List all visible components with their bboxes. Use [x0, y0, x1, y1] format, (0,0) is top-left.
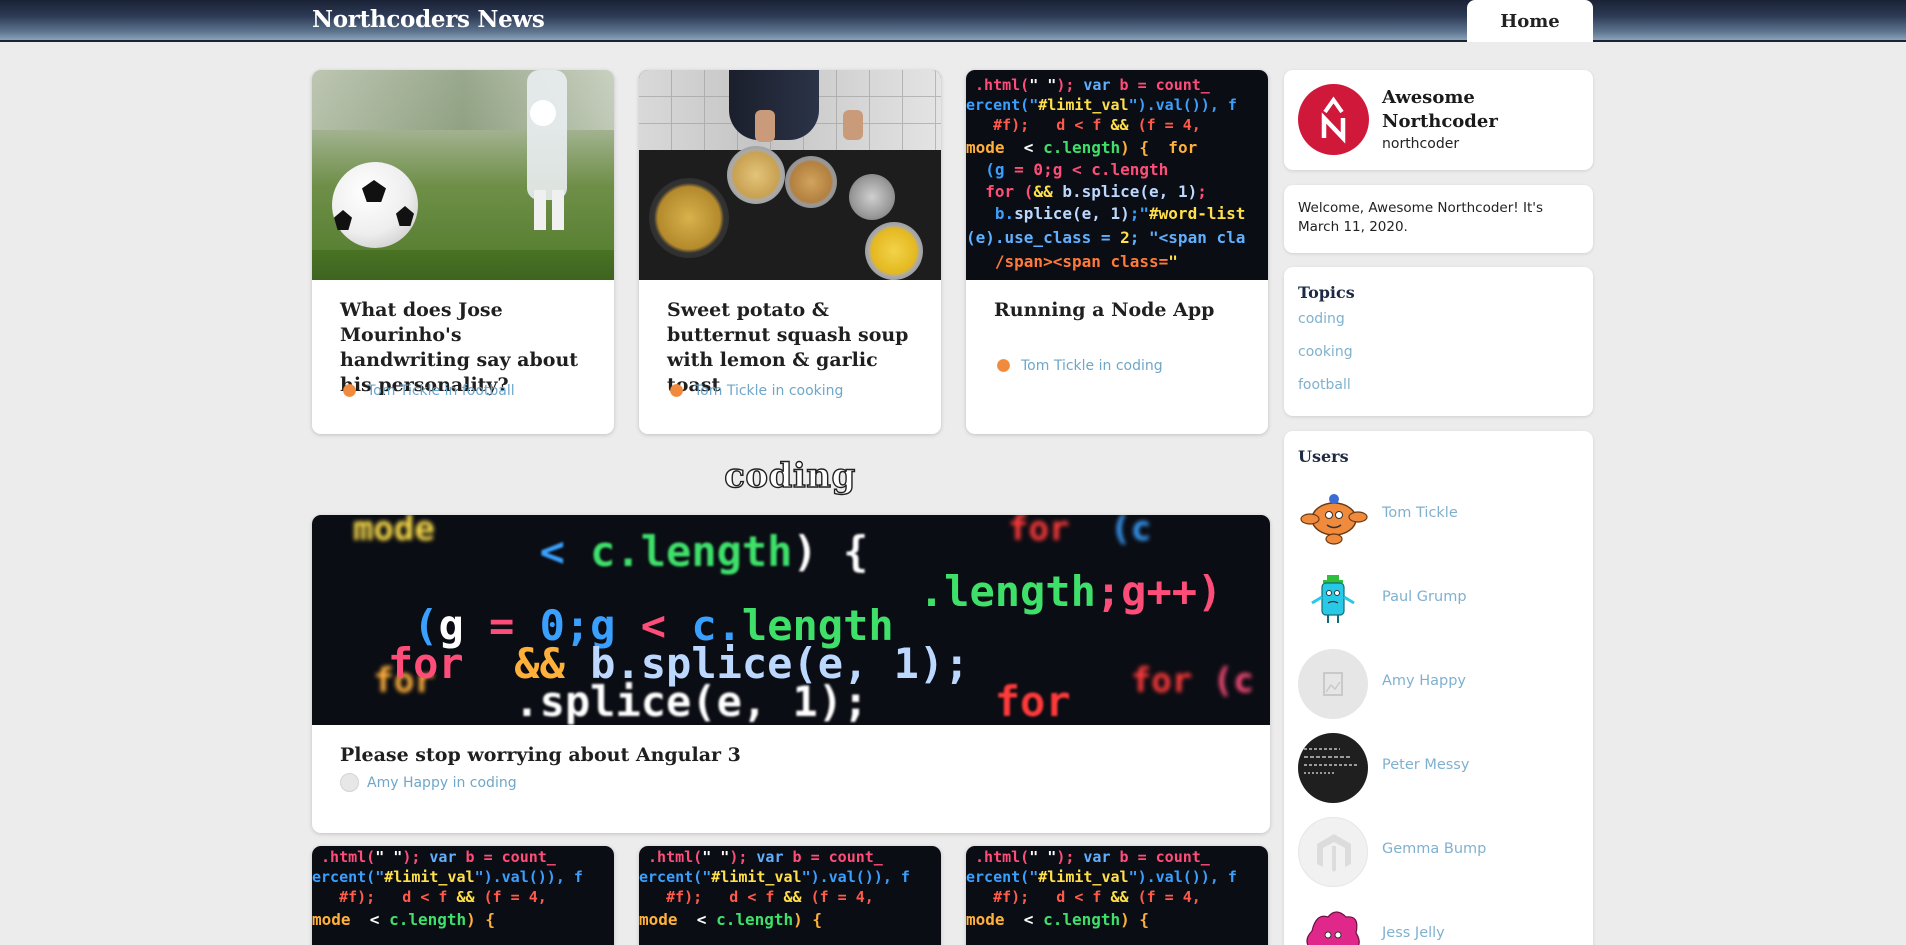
article-card[interactable]: Sweet potato & butternut squash soup wit…: [639, 70, 941, 434]
article-title[interactable]: Running a Node App: [994, 298, 1248, 323]
top-nav-bar: Northcoders News Home: [0, 0, 1906, 42]
user-avatar: [1298, 649, 1368, 719]
article-card[interactable]: What does Jose Mourinho's handwriting sa…: [312, 70, 614, 434]
topics-heading: Topics: [1298, 283, 1355, 302]
author-avatar-icon: [340, 773, 359, 792]
welcome-message: Welcome, Awesome Northcoder! It's March …: [1298, 200, 1543, 235]
article-card[interactable]: .html(" "); var b = count_ ercent("#limi…: [966, 846, 1268, 945]
code-photo: .html(" "); var b = count_ ercent("#limi…: [312, 846, 614, 945]
orange-character-icon: [1300, 494, 1368, 545]
article-meta[interactable]: Tom Tickle in football: [340, 381, 515, 400]
code-photo: .html(" "); var b = count_ ercent("#limi…: [966, 70, 1268, 280]
meta-joiner: in: [452, 774, 466, 791]
site-brand[interactable]: Northcoders News: [312, 6, 545, 33]
user-name[interactable]: Peter Messy: [1382, 757, 1469, 773]
users-heading: Users: [1298, 447, 1349, 466]
article-author[interactable]: Amy Happy: [367, 775, 448, 791]
article-meta[interactable]: Tom Tickle in cooking: [667, 381, 843, 400]
meta-joiner: in: [444, 382, 458, 399]
section-heading: coding: [724, 455, 856, 496]
article-card-wide[interactable]: mode for (c for for (c < c.length) { .le…: [312, 515, 1270, 833]
article-author[interactable]: Tom Tickle: [694, 383, 767, 399]
meta-joiner: in: [1098, 357, 1112, 374]
user-item[interactable]: Paul Grump: [1298, 565, 1578, 637]
article-card[interactable]: .html(" "); var b = count_ ercent("#limi…: [966, 70, 1268, 434]
topic-link-cooking[interactable]: cooking: [1298, 344, 1353, 360]
code-photo: .html(" "); var b = count_ ercent("#limi…: [966, 846, 1268, 945]
topics-panel: Topics coding cooking football: [1284, 267, 1593, 416]
user-avatar: [1298, 733, 1368, 803]
home-tab[interactable]: Home: [1467, 0, 1593, 42]
users-panel: Users Tom Tickle Paul Grump Amy Happy Pe…: [1284, 431, 1593, 945]
user-avatar: [1298, 817, 1368, 887]
user-item[interactable]: Amy Happy: [1298, 649, 1578, 721]
northcoders-logo-icon: [1321, 96, 1346, 144]
author-avatar-icon: [667, 381, 686, 400]
profile-panel: Awesome Northcoder northcoder: [1284, 70, 1593, 170]
code-photo: .html(" "); var b = count_ ercent("#limi…: [639, 846, 941, 945]
user-name[interactable]: Jess Jelly: [1382, 925, 1445, 941]
user-item[interactable]: Peter Messy: [1298, 733, 1578, 805]
placeholder-image-icon: [1323, 672, 1343, 696]
user-avatar: [1298, 565, 1368, 635]
author-avatar-icon: [340, 381, 359, 400]
article-card[interactable]: .html(" "); var b = count_ ercent("#limi…: [639, 846, 941, 945]
user-name[interactable]: Paul Grump: [1382, 589, 1467, 605]
meta-joiner: in: [771, 382, 785, 399]
user-name[interactable]: Amy Happy: [1382, 673, 1466, 689]
cooking-photo: [639, 70, 941, 280]
article-topic[interactable]: coding: [1116, 358, 1163, 374]
blue-character-icon: [1311, 575, 1355, 623]
article-topic[interactable]: football: [462, 383, 515, 399]
user-avatar: [1298, 481, 1368, 551]
article-topic[interactable]: cooking: [789, 383, 844, 399]
user-item[interactable]: Jess Jelly: [1298, 901, 1578, 945]
article-title[interactable]: Please stop worrying about Angular 3: [340, 743, 1250, 768]
user-name[interactable]: Gemma Bump: [1382, 841, 1486, 857]
code-photo-wide: mode for (c for for (c < c.length) { .le…: [312, 515, 1270, 725]
author-avatar-icon: [994, 356, 1013, 375]
football-photo: [312, 70, 614, 280]
topic-link-football[interactable]: football: [1298, 377, 1351, 393]
dark-text-image-icon: [1304, 748, 1358, 774]
topic-link-coding[interactable]: coding: [1298, 311, 1345, 327]
profile-name: Awesome Northcoder: [1382, 87, 1498, 132]
avatar[interactable]: [1298, 84, 1369, 155]
user-item[interactable]: Tom Tickle: [1298, 481, 1578, 553]
article-author[interactable]: Tom Tickle: [367, 383, 440, 399]
welcome-panel: Welcome, Awesome Northcoder! It's March …: [1284, 185, 1593, 253]
article-author[interactable]: Tom Tickle: [1021, 358, 1094, 374]
article-meta[interactable]: Tom Tickle in coding: [994, 356, 1163, 375]
article-card[interactable]: .html(" "); var b = count_ ercent("#limi…: [312, 846, 614, 945]
article-topic[interactable]: coding: [470, 775, 517, 791]
user-item[interactable]: Gemma Bump: [1298, 817, 1578, 889]
profile-username: northcoder: [1382, 136, 1460, 152]
grey-logo-icon: [1317, 834, 1351, 872]
pink-character-icon: [1306, 911, 1360, 945]
user-avatar: [1298, 901, 1368, 945]
article-meta[interactable]: Amy Happy in coding: [340, 773, 517, 792]
user-name[interactable]: Tom Tickle: [1382, 505, 1458, 521]
